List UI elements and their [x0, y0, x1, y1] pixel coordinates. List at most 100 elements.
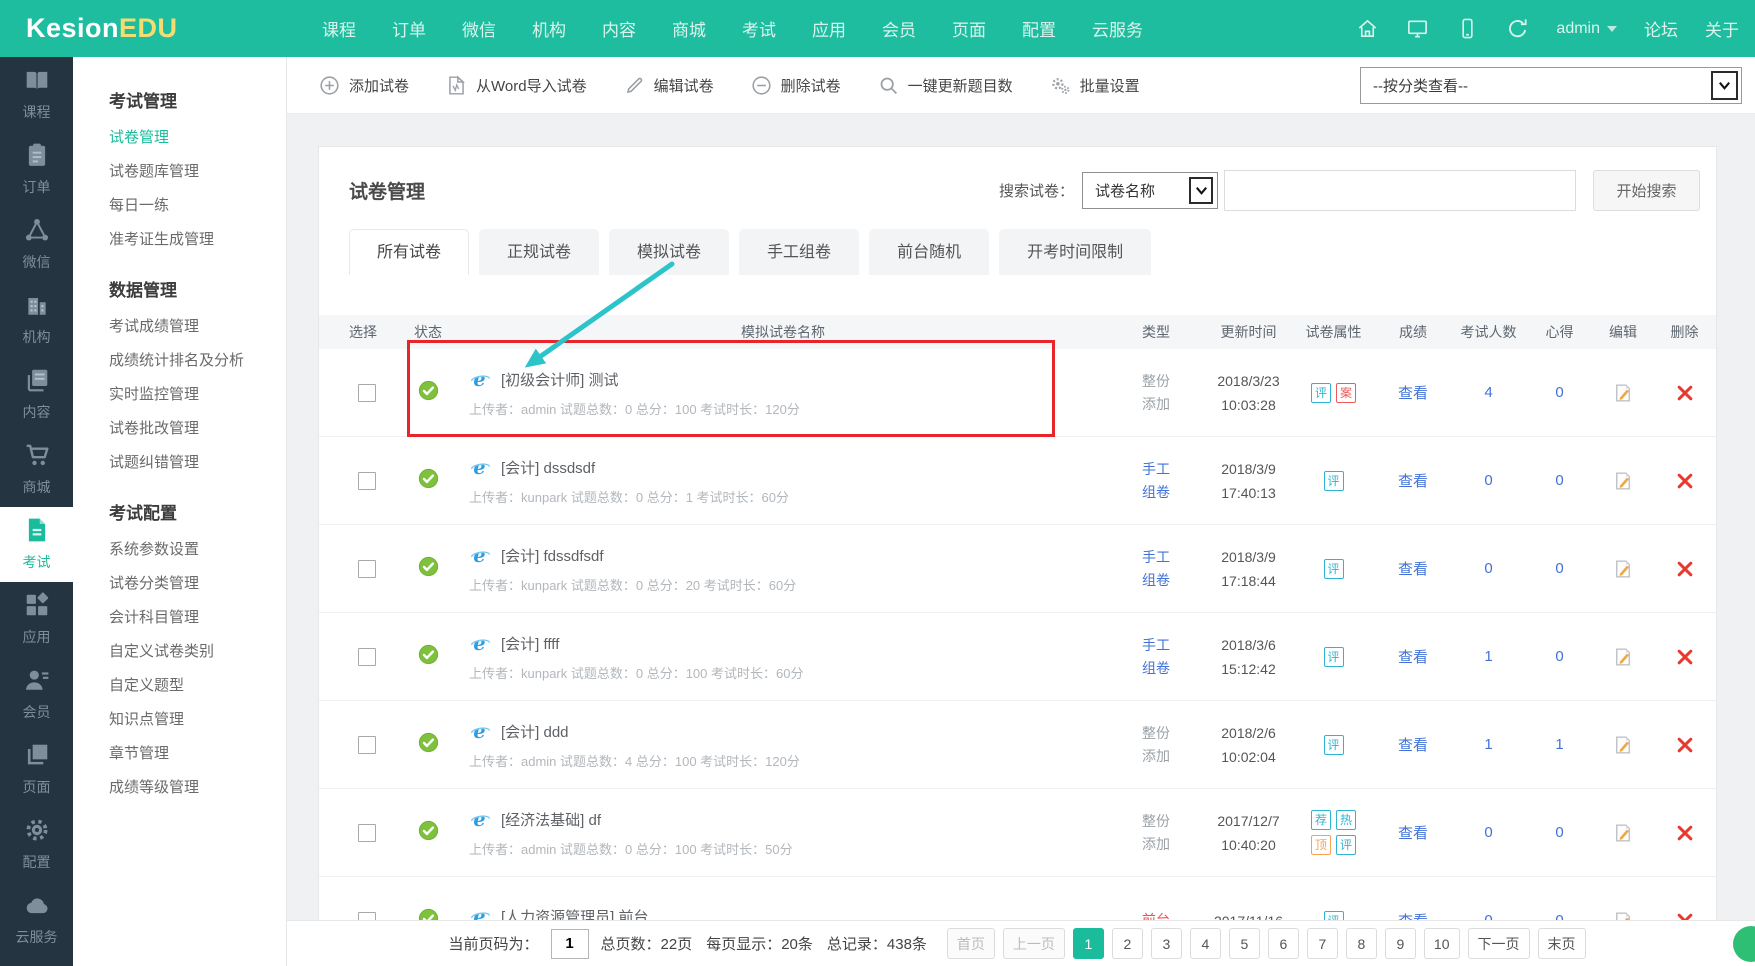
home-icon[interactable] [1356, 17, 1379, 40]
examinee-count[interactable]: 0 [1451, 824, 1526, 841]
submenu-item-2-5[interactable]: 知识点管理 [109, 710, 286, 730]
delete-row-button[interactable] [1653, 383, 1716, 403]
view-score-link[interactable]: 查看 [1375, 734, 1451, 755]
examinee-count[interactable]: 1 [1451, 736, 1526, 753]
topbar-link-1[interactable]: 关于 [1705, 16, 1739, 41]
delete-row-button[interactable] [1653, 471, 1716, 491]
submenu-item-0-2[interactable]: 每日一练 [109, 196, 286, 216]
topmenu-item-2[interactable]: 微信 [462, 16, 496, 41]
category-filter-select[interactable]: --按分类查看-- [1360, 67, 1742, 104]
row-checkbox[interactable] [358, 735, 376, 754]
row-checkbox[interactable] [358, 559, 376, 578]
refresh-icon[interactable] [1506, 17, 1529, 40]
topmenu-item-5[interactable]: 商城 [672, 16, 706, 41]
thoughts-count[interactable]: 0 [1526, 384, 1593, 401]
sidebar-item-members[interactable]: 会员 [0, 657, 73, 732]
row-checkbox[interactable] [358, 823, 376, 842]
sidebar-item-pages[interactable]: 页面 [0, 732, 73, 807]
next-page-button[interactable]: 下一页 [1467, 928, 1530, 959]
delete-row-button[interactable] [1653, 559, 1716, 579]
examinee-count[interactable]: 0 [1451, 472, 1526, 489]
submenu-item-1-0[interactable]: 考试成绩管理 [109, 317, 286, 337]
view-score-link[interactable]: 查看 [1375, 558, 1451, 579]
row-checkbox[interactable] [358, 383, 376, 402]
topmenu-item-1[interactable]: 订单 [392, 16, 426, 41]
page-button-7[interactable]: 7 [1306, 928, 1338, 959]
monitor-icon[interactable] [1406, 17, 1429, 40]
prev-page-button[interactable]: 上一页 [1002, 928, 1065, 959]
submenu-item-2-2[interactable]: 会计科目管理 [109, 608, 286, 628]
edit-row-button[interactable] [1593, 559, 1653, 579]
sidebar-item-org[interactable]: 机构 [0, 282, 73, 357]
sidebar-item-courses[interactable]: 课程 [0, 57, 73, 132]
topmenu-item-11[interactable]: 云服务 [1092, 16, 1143, 41]
topmenu-item-6[interactable]: 考试 [742, 16, 776, 41]
paper-title-link[interactable]: [初级会计师] 测试 [501, 369, 619, 390]
edit-row-button[interactable] [1593, 383, 1653, 403]
paper-title-link[interactable]: [经济法基础] df [501, 809, 601, 830]
page-button-6[interactable]: 6 [1267, 928, 1299, 959]
delete-row-button[interactable] [1653, 647, 1716, 667]
submenu-item-2-4[interactable]: 自定义题型 [109, 676, 286, 696]
tab-0[interactable]: 所有试卷 [349, 229, 470, 275]
sidebar-item-config[interactable]: 配置 [0, 807, 73, 882]
submenu-item-0-0[interactable]: 试卷管理 [109, 128, 286, 148]
search-button[interactable]: 开始搜索 [1593, 169, 1700, 211]
submenu-item-2-1[interactable]: 试卷分类管理 [109, 574, 286, 594]
submenu-item-1-3[interactable]: 试卷批改管理 [109, 419, 286, 439]
edit-row-button[interactable] [1593, 823, 1653, 843]
sidebar-item-mall[interactable]: 商城 [0, 432, 73, 507]
thoughts-count[interactable]: 0 [1526, 824, 1593, 841]
tab-4[interactable]: 前台随机 [869, 229, 990, 275]
submenu-item-1-4[interactable]: 试题纠错管理 [109, 453, 286, 473]
page-button-4[interactable]: 4 [1189, 928, 1221, 959]
current-page-input[interactable] [550, 928, 589, 959]
toolbar-add-button[interactable]: 添加试卷 [319, 75, 409, 96]
examinee-count[interactable]: 4 [1451, 384, 1526, 401]
topmenu-item-3[interactable]: 机构 [532, 16, 566, 41]
edit-row-button[interactable] [1593, 735, 1653, 755]
paper-title-link[interactable]: [会计] ffff [501, 633, 559, 654]
submenu-item-2-6[interactable]: 章节管理 [109, 744, 286, 764]
toolbar-edit-button[interactable]: 编辑试卷 [624, 75, 714, 96]
submenu-item-0-1[interactable]: 试卷题库管理 [109, 162, 286, 182]
submenu-item-0-3[interactable]: 准考证生成管理 [109, 230, 286, 250]
toolbar-batch-button[interactable]: 批量设置 [1050, 75, 1140, 96]
tab-1[interactable]: 正规试卷 [479, 229, 600, 275]
examinee-count[interactable]: 1 [1451, 648, 1526, 665]
thoughts-count[interactable]: 1 [1526, 736, 1593, 753]
topmenu-item-8[interactable]: 会员 [882, 16, 916, 41]
paper-title-link[interactable]: [会计] ddd [501, 721, 569, 742]
page-button-10[interactable]: 10 [1423, 928, 1460, 959]
topbar-link-0[interactable]: 论坛 [1644, 16, 1678, 41]
thoughts-count[interactable]: 0 [1526, 472, 1593, 489]
delete-row-button[interactable] [1653, 823, 1716, 843]
page-button-8[interactable]: 8 [1345, 928, 1377, 959]
view-score-link[interactable]: 查看 [1375, 470, 1451, 491]
toolbar-update-count-button[interactable]: 一键更新题目数 [878, 75, 1013, 96]
view-score-link[interactable]: 查看 [1375, 646, 1451, 667]
toolbar-word-import-button[interactable]: 从Word导入试卷 [446, 74, 587, 96]
view-score-link[interactable]: 查看 [1375, 382, 1451, 403]
tab-3[interactable]: 手工组卷 [739, 229, 860, 275]
submenu-item-1-1[interactable]: 成绩统计排名及分析 [109, 351, 286, 371]
sidebar-item-orders[interactable]: 订单 [0, 132, 73, 207]
sidebar-item-apps[interactable]: 应用 [0, 582, 73, 657]
topmenu-item-9[interactable]: 页面 [952, 16, 986, 41]
page-button-5[interactable]: 5 [1228, 928, 1260, 959]
row-checkbox[interactable] [358, 647, 376, 666]
topmenu-item-4[interactable]: 内容 [602, 16, 636, 41]
page-button-9[interactable]: 9 [1384, 928, 1416, 959]
submenu-item-2-0[interactable]: 系统参数设置 [109, 540, 286, 560]
examinee-count[interactable]: 0 [1451, 560, 1526, 577]
first-page-button[interactable]: 首页 [946, 928, 995, 959]
row-checkbox[interactable] [358, 471, 376, 490]
thoughts-count[interactable]: 0 [1526, 560, 1593, 577]
submenu-item-2-7[interactable]: 成绩等级管理 [109, 778, 286, 798]
delete-row-button[interactable] [1653, 735, 1716, 755]
edit-row-button[interactable] [1593, 647, 1653, 667]
sidebar-item-content[interactable]: 内容 [0, 357, 73, 432]
submenu-item-2-3[interactable]: 自定义试卷类别 [109, 642, 286, 662]
paper-title-link[interactable]: [会计] dssdsdf [501, 457, 595, 478]
last-page-button[interactable]: 末页 [1537, 928, 1586, 959]
